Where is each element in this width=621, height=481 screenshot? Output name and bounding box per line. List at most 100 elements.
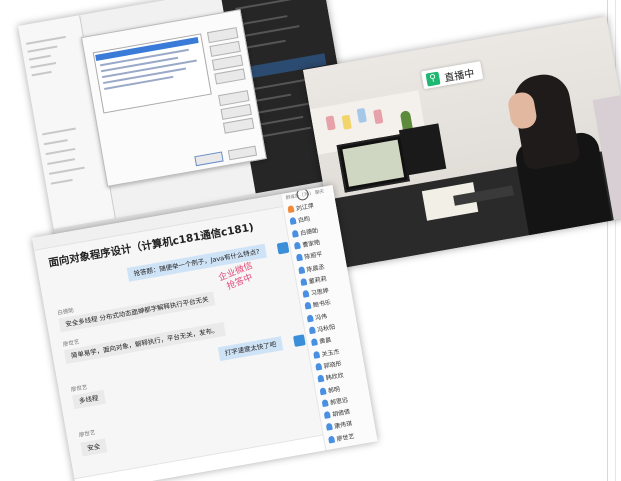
shelf-toy (356, 107, 367, 124)
member-name: 冯秋阳 (316, 323, 336, 334)
member-item: 白德助 (291, 225, 319, 238)
dialog-button (214, 68, 246, 85)
member-item: 鲍书乐 (304, 298, 331, 311)
member-name: 曹家皓 (301, 238, 321, 249)
member-item: 康伟琪 (325, 419, 353, 432)
live-stream-photo: ⚲ 直播中 (303, 16, 621, 269)
dialog-cancel-button (227, 145, 258, 161)
member-item: 冯伟 (306, 311, 328, 323)
member-item: 白昀 (289, 214, 311, 226)
user-icon (291, 229, 299, 238)
message-sender: 白德助 (57, 307, 75, 317)
user-icon (321, 398, 329, 407)
member-item: 冯秋阳 (308, 322, 336, 335)
user-icon (289, 217, 297, 226)
member-name: 韩欣欣 (325, 372, 345, 383)
dark-line (257, 126, 312, 139)
user-icon (300, 277, 308, 286)
user-icon (315, 362, 323, 371)
dark-line (237, 15, 288, 26)
tree-item (48, 166, 85, 175)
enterprise-wechat-stamp: 企业微信 抢答中 (217, 261, 259, 295)
user-icon (287, 205, 295, 214)
tree-item (27, 45, 58, 53)
avatar (293, 334, 306, 348)
photo-collage: ⚲ 直播中 面向对象程序设计（计算机c181通信c181) 抢答题：随便举一个例… (0, 0, 621, 481)
dark-line (242, 39, 286, 50)
tree-item (30, 61, 57, 69)
user-icon (317, 374, 325, 383)
user-icon (310, 338, 318, 347)
member-name: 冯伟 (314, 312, 328, 322)
member-item: 曹家皓 (293, 237, 321, 250)
dialog-list-row (104, 75, 174, 90)
dark-line (255, 115, 304, 127)
user-icon (302, 289, 310, 298)
photo-monitor-2 (398, 123, 447, 176)
dark-line (240, 25, 300, 38)
dialog-button (222, 117, 255, 134)
user-icon (325, 423, 333, 432)
dark-line (235, 0, 305, 10)
member-name: 郝思远 (329, 396, 349, 407)
user-icon (295, 253, 304, 262)
live-badge-text: 直播中 (443, 67, 476, 84)
message-text: 简单易学，面向对象，解释执行，平台无关，发布。 (70, 326, 220, 360)
member-name: 郝明 (327, 385, 341, 395)
user-icon (293, 241, 301, 250)
tree-item (42, 127, 76, 136)
member-item: 习思婷 (302, 285, 329, 298)
message-text: 打字速度太快了吧 (224, 340, 277, 358)
tree-item (45, 147, 76, 156)
user-icon (298, 265, 306, 274)
message-sender: 廖世艺 (62, 339, 80, 349)
member-item: 关玉杰 (312, 346, 340, 359)
photo-monitor-screen (342, 139, 405, 187)
member-name: 董莉莉 (308, 275, 328, 286)
member-item: 董莉莉 (300, 273, 327, 286)
member-name: 郭晓彤 (323, 360, 343, 371)
ide-dialog (80, 9, 267, 187)
shelf-toy (341, 114, 352, 130)
member-item: 郝思远 (321, 394, 349, 407)
member-item: 刘江萍 (287, 201, 314, 214)
member-name: 关玉杰 (321, 347, 340, 359)
search-icon: ⚲ (425, 71, 441, 87)
member-name: 白德助 (299, 226, 319, 237)
dialog-list (92, 33, 212, 114)
message-text: 多线程 (78, 393, 99, 406)
member-name: 白昀 (297, 215, 311, 225)
message-self: 打字速度太快了吧 (217, 336, 284, 362)
user-icon (312, 350, 321, 359)
member-name: 胡倩倩 (331, 408, 351, 419)
member-name: 习思婷 (310, 287, 330, 298)
user-icon (319, 386, 327, 395)
dark-line (249, 79, 305, 91)
tree-item (26, 35, 66, 45)
member-name: 黄晨 (318, 336, 332, 346)
user-icon (308, 326, 316, 335)
message-other: 安全多线程 分布式动态面蝉都字解释执行平台无关 (58, 291, 216, 333)
avatar (276, 241, 290, 255)
message-other: 简单易学，面向对象，解释执行，平台无关，发布。 (63, 322, 226, 364)
message-sender: 廖世艺 (78, 430, 96, 439)
message-text: 安全 (86, 442, 101, 453)
tree-item (43, 139, 68, 146)
member-name: 鲍书乐 (312, 299, 332, 310)
message-other: 安全 (80, 438, 108, 457)
member-item: 黄晨 (310, 335, 332, 347)
member-item: 郝明 (319, 383, 340, 395)
dark-line (251, 93, 292, 103)
member-item: 廖世艺 (327, 431, 355, 444)
member-name: 康伟琪 (333, 420, 353, 431)
tree-item (31, 70, 52, 77)
member-item: 韩欣欣 (317, 370, 344, 383)
chat-main: 面向对象程序设计（计算机c181通信c181) 抢答题：随便举一个例子，Java… (32, 194, 326, 481)
dark-line (253, 101, 315, 115)
member-item: 胡倩倩 (323, 407, 351, 420)
user-icon (306, 314, 314, 323)
message-sender: 廖世艺 (70, 384, 88, 394)
shelf-toy (325, 115, 336, 131)
member-item: 郭晓彤 (315, 358, 342, 371)
dialog-ok-button (194, 151, 224, 167)
